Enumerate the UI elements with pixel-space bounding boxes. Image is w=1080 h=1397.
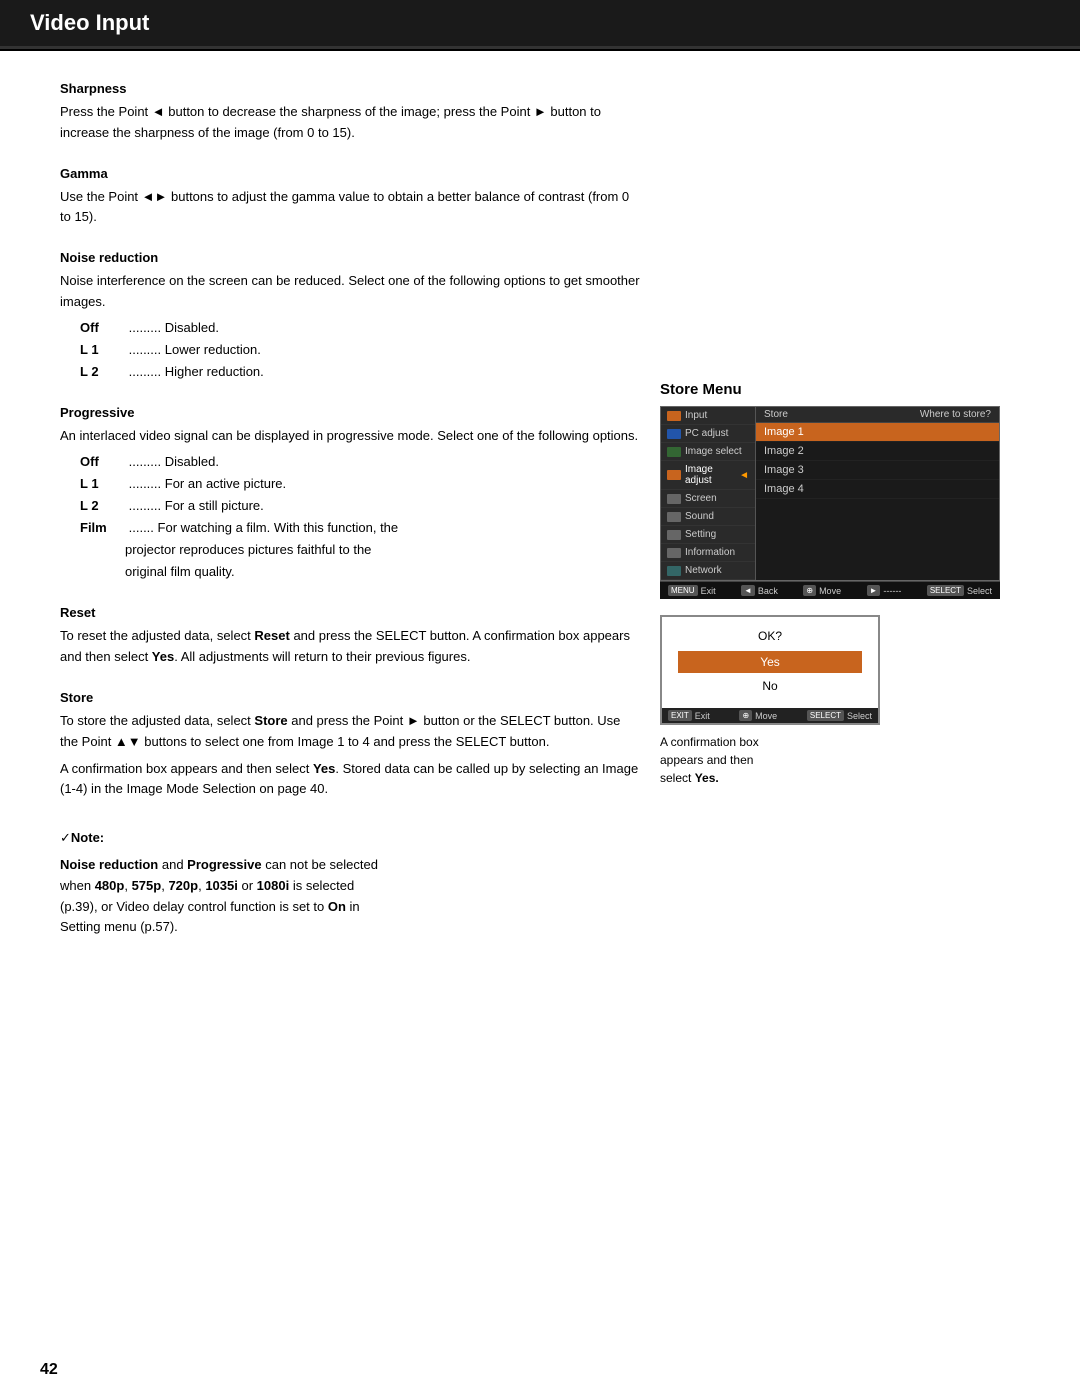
sound-icon: [667, 512, 681, 522]
osd-menu-item-information: Information: [661, 544, 755, 562]
osd-menu-item-setting: Setting: [661, 526, 755, 544]
sharpness-title: Sharpness: [60, 81, 640, 96]
confirm-yes: Yes: [678, 651, 862, 673]
pcadjust-icon: [667, 429, 681, 439]
imageselect-icon: [667, 447, 681, 457]
sharpness-body: Press the Point ◄ button to decrease the…: [60, 102, 640, 144]
osd-container: Input PC adjust Image select Image adjus…: [660, 406, 1000, 599]
store-body2: A confirmation box appears and then sele…: [60, 759, 640, 801]
list-item: L 2 ......... Higher reduction.: [80, 361, 640, 383]
osd-right-item-image3: Image 3: [756, 461, 999, 480]
osd-menu: Input PC adjust Image select Image adjus…: [660, 406, 1000, 581]
osd-menu-item-pcadjust: PC adjust: [661, 425, 755, 443]
confirm-box: OK? Yes No EXIT Exit ⊕ Move SELECT: [660, 615, 880, 725]
confirm-footer: EXIT Exit ⊕ Move SELECT Select: [662, 708, 878, 723]
list-item: L 1 ......... For an active picture.: [80, 473, 640, 495]
list-item: Off ......... Disabled.: [80, 451, 640, 473]
list-item: Film ....... For watching a film. With t…: [80, 517, 640, 539]
osd-footer: MENU Exit ◄ Back ⊕ Move ► ------ SELECT: [660, 581, 1000, 599]
progressive-title: Progressive: [60, 405, 640, 420]
osd-menu-item-imageadjust: Image adjust ◄: [661, 461, 755, 490]
osd-right-item-image1: Image 1: [756, 423, 999, 442]
setting-icon: [667, 530, 681, 540]
information-icon: [667, 548, 681, 558]
osd-right-panel: Store Where to store? Image 1 Image 2 Im…: [756, 407, 999, 580]
osd-right-header: Store Where to store?: [756, 407, 999, 423]
main-content: Sharpness Press the Point ◄ button to de…: [0, 51, 1080, 968]
osd-menu-item-screen: Screen: [661, 490, 755, 508]
osd-menu-item-input: Input: [661, 407, 755, 425]
right-column: Store Menu Input PC adjust Image s: [660, 81, 1000, 938]
imageadjust-icon: [667, 470, 681, 480]
osd-menu-item-sound: Sound: [661, 508, 755, 526]
osd-menu-item-network: Network: [661, 562, 755, 580]
page-number: 42: [40, 1361, 58, 1379]
osd-right-item-image4: Image 4: [756, 480, 999, 499]
noise-reduction-body: Noise interference on the screen can be …: [60, 271, 640, 313]
page-title: Video Input: [30, 10, 149, 35]
confirm-caption: A confirmation box appears and then sele…: [660, 733, 1000, 787]
input-icon: [667, 411, 681, 421]
note-section: ✓Note: Noise reduction and Progressive c…: [60, 828, 640, 938]
noise-reduction-title: Noise reduction: [60, 250, 640, 265]
confirm-area: OK? Yes No EXIT Exit ⊕ Move SELECT: [660, 615, 1000, 787]
confirm-no: No: [678, 676, 862, 696]
film-extra: projector reproduces pictures faithful t…: [125, 539, 640, 583]
store-menu-label: Store Menu: [660, 381, 1000, 398]
gamma-title: Gamma: [60, 166, 640, 181]
list-item: L 2 ......... For a still picture.: [80, 495, 640, 517]
progressive-list: Off ......... Disabled. L 1 ......... Fo…: [80, 451, 640, 539]
page-header: Video Input: [0, 0, 1080, 49]
confirm-ok-text: OK?: [678, 629, 862, 643]
network-icon: [667, 566, 681, 576]
noise-reduction-list: Off ......... Disabled. L 1 ......... Lo…: [80, 317, 640, 383]
reset-body: To reset the adjusted data, select Reset…: [60, 626, 640, 668]
osd-right-item-image2: Image 2: [756, 442, 999, 461]
store-body1: To store the adjusted data, select Store…: [60, 711, 640, 753]
reset-title: Reset: [60, 605, 640, 620]
osd-left-panel: Input PC adjust Image select Image adjus…: [661, 407, 756, 580]
store-title: Store: [60, 690, 640, 705]
left-column: Sharpness Press the Point ◄ button to de…: [60, 81, 640, 938]
osd-menu-item-imageselect: Image select: [661, 443, 755, 461]
progressive-body: An interlaced video signal can be displa…: [60, 426, 640, 447]
screen-icon: [667, 494, 681, 504]
gamma-body: Use the Point ◄► buttons to adjust the g…: [60, 187, 640, 229]
list-item: Off ......... Disabled.: [80, 317, 640, 339]
list-item: L 1 ......... Lower reduction.: [80, 339, 640, 361]
